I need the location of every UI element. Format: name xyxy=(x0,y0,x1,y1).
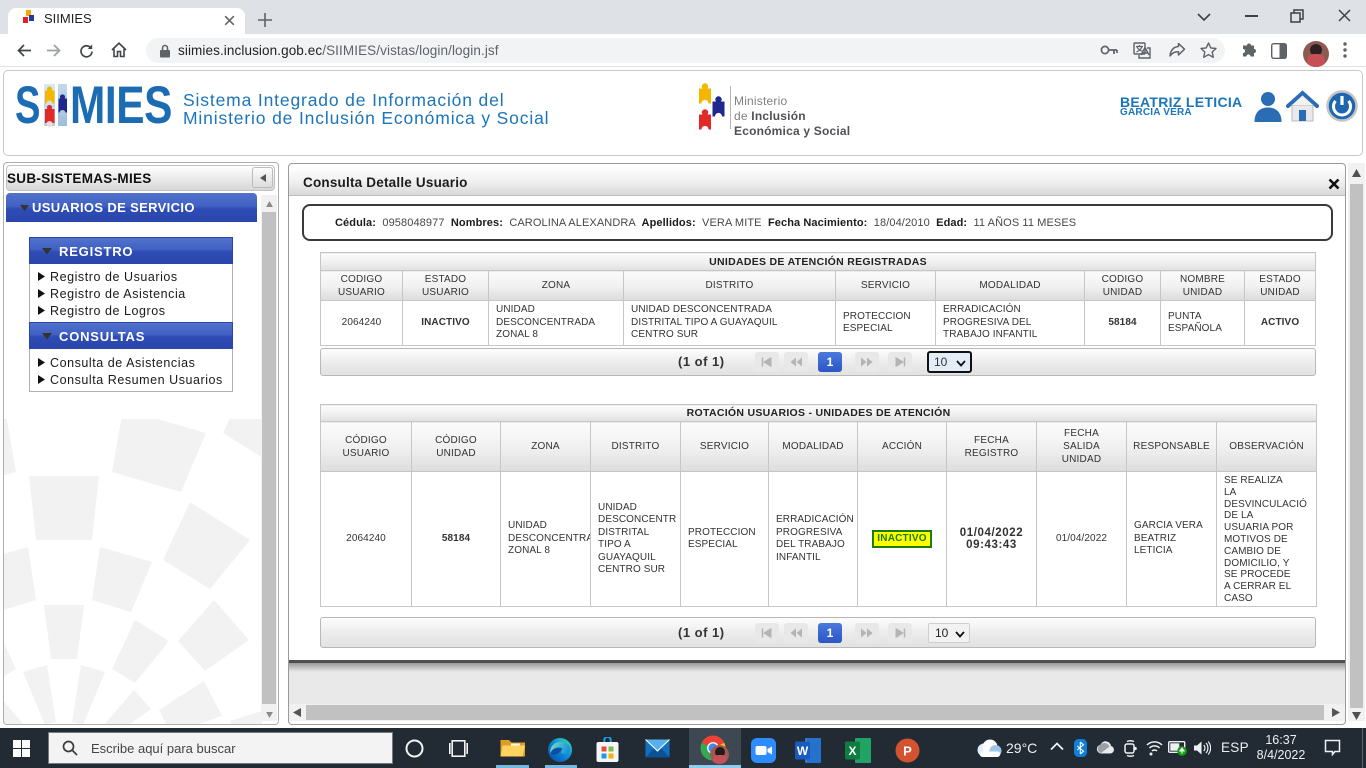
svg-text:X: X xyxy=(848,744,856,758)
svg-text:P: P xyxy=(903,744,912,759)
svg-text:W: W xyxy=(797,744,809,758)
